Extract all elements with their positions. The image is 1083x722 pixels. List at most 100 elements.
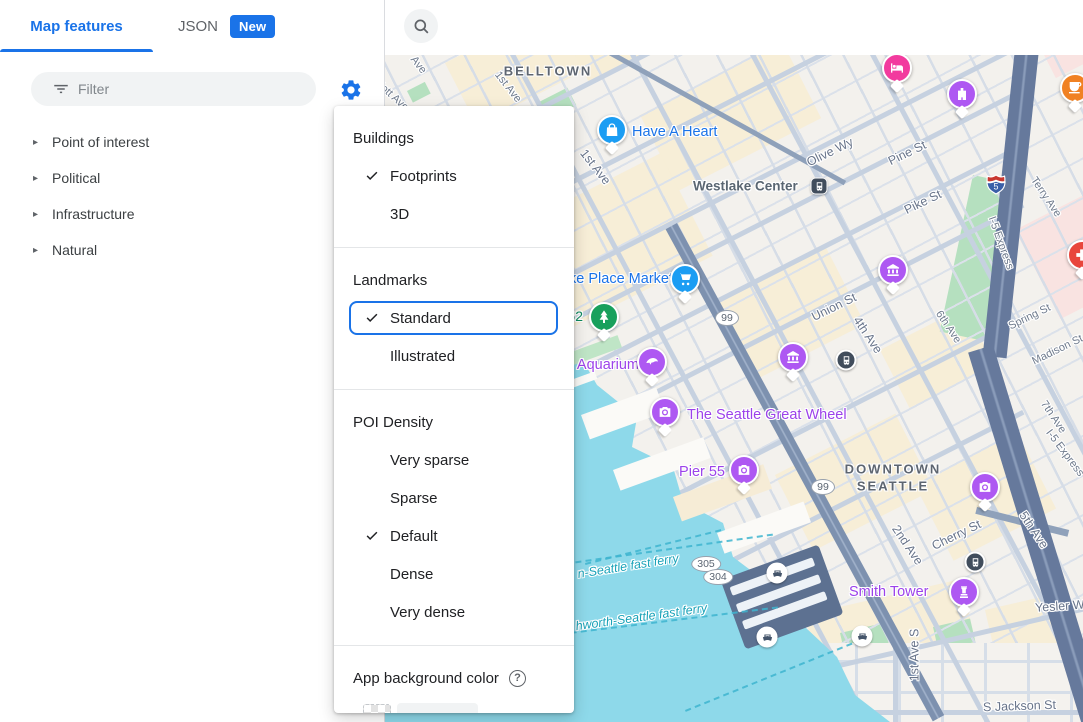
new-badge: New (230, 15, 275, 38)
option-label: Very dense (390, 604, 465, 621)
svg-text:5: 5 (994, 182, 999, 192)
map-style-editor: Map features JSON New ▸ Point of interest… (0, 0, 1083, 722)
ferry-icon (856, 630, 868, 642)
map-marker-pier-62-park[interactable] (589, 302, 619, 332)
option-dense[interactable]: Dense (334, 555, 574, 593)
option-illustrated[interactable]: Illustrated (334, 337, 574, 375)
search-button[interactable] (404, 9, 438, 43)
check-icon (363, 167, 381, 185)
section-title-text: Landmarks (353, 272, 427, 289)
bag-icon (604, 122, 620, 138)
tree-icon (596, 309, 612, 325)
option-label: Very sparse (390, 452, 469, 469)
option-label: Dense (390, 566, 433, 583)
map-marker-seattle-aquarium[interactable] (637, 347, 667, 377)
museum-icon (885, 262, 901, 278)
tab-json[interactable]: JSON New (178, 0, 275, 52)
tab-map-features[interactable]: Map features (0, 0, 153, 52)
train-icon (840, 354, 852, 366)
expand-arrow-icon: ▸ (33, 173, 45, 184)
check-icon (363, 527, 381, 545)
option-footprints[interactable]: Footprints (334, 157, 574, 195)
map-marker-westlake-station[interactable] (811, 178, 828, 195)
map-marker-ferry-south[interactable] (757, 627, 778, 648)
building-icon (954, 86, 970, 102)
option-3d[interactable]: 3D (334, 195, 574, 233)
map-marker-landmark-building[interactable] (947, 79, 977, 109)
map-marker-smith-tower[interactable] (949, 577, 979, 607)
map-marker-cafe[interactable] (1060, 73, 1083, 103)
transparent-swatch[interactable] (363, 704, 391, 713)
tab-map-features-label: Map features (30, 18, 123, 35)
tab-bar: Map features JSON New (0, 0, 384, 52)
museum-icon (785, 349, 801, 365)
map-marker-ferry-terminal[interactable] (767, 563, 788, 584)
help-icon[interactable]: ? (509, 670, 526, 687)
check-icon (363, 167, 381, 185)
settings-section: App background color? – (334, 645, 574, 713)
train-icon (813, 180, 825, 192)
section-title: POI Density (334, 403, 574, 441)
train-icon (969, 556, 981, 568)
option-standard[interactable]: Standard (334, 299, 574, 337)
check-icon (363, 309, 381, 327)
map-marker-pike-place-market[interactable] (670, 264, 700, 294)
settings-gear-button[interactable] (337, 76, 365, 104)
section-title: App background color? (334, 659, 574, 697)
tree-item-infrastructure[interactable]: ▸ Infrastructure (0, 196, 384, 232)
tree-item-natural[interactable]: ▸Natural (0, 232, 384, 268)
tree-item-label: Point of interest (52, 134, 149, 150)
filter-field[interactable] (31, 72, 316, 106)
ferry-icon (771, 567, 783, 579)
settings-section: POI Density Very sparse Sparse Default Dense… (334, 389, 574, 645)
gear-icon (339, 78, 363, 102)
route-shield: 99 (715, 310, 739, 326)
expand-arrow-icon: ▸ (33, 137, 45, 148)
interstate-5-shield: 5 (986, 172, 1007, 200)
map-marker-museum-east[interactable] (878, 255, 908, 285)
feature-tree: ▸ Point of interest ▸ Political ▸ Infrastruct… (0, 124, 384, 268)
filter-icon (52, 80, 70, 98)
color-value-field[interactable]: – (397, 703, 478, 713)
tree-item-point-of-interest[interactable]: ▸ Point of interest (0, 124, 384, 160)
map-settings-popup: BuildingsFootprints3D Landmarks Standard Il… (334, 106, 574, 713)
map-marker-downtown-attraction[interactable] (970, 472, 1000, 502)
tab-json-label: JSON (178, 18, 218, 35)
tree-item-label: Political (52, 170, 100, 186)
camera-icon (657, 404, 673, 420)
search-icon (412, 17, 431, 36)
map-marker-museum-university[interactable] (778, 342, 808, 372)
tree-item-label: Infrastructure (52, 206, 134, 222)
section-title-text: POI Density (353, 414, 433, 431)
tower-icon (956, 584, 972, 600)
settings-section: BuildingsFootprints3D (334, 106, 574, 247)
map-marker-university-st-station[interactable] (836, 350, 857, 371)
option-very-sparse[interactable]: Very sparse (334, 441, 574, 479)
option-sparse[interactable]: Sparse (334, 479, 574, 517)
filter-input[interactable] (78, 81, 278, 97)
map-toolbar (385, 0, 1083, 55)
map-marker-ferry-east[interactable] (852, 626, 873, 647)
map-marker-pioneer-sq-station[interactable] (965, 552, 986, 573)
option-very-dense[interactable]: Very dense (334, 593, 574, 631)
expand-arrow-icon: ▸ (33, 245, 45, 256)
camera-icon (736, 462, 752, 478)
tree-item-political[interactable]: ▸ Political (0, 160, 384, 196)
coffee-icon (1067, 80, 1083, 96)
option-label: Default (390, 528, 438, 545)
route-shield: 99 (811, 479, 835, 495)
map-marker-pier-55[interactable] (729, 455, 759, 485)
map-marker-have-a-heart[interactable] (597, 115, 627, 145)
cart-icon (677, 271, 693, 287)
section-title-text: App background color (353, 670, 499, 687)
route-shield: 304 (703, 569, 733, 585)
section-title: Buildings (334, 119, 574, 157)
expand-arrow-icon: ▸ (33, 209, 45, 220)
check-icon (363, 527, 381, 545)
camera-icon (977, 479, 993, 495)
option-default[interactable]: Default (334, 517, 574, 555)
option-label: Standard (390, 310, 451, 327)
settings-section: Landmarks Standard Illustrated (334, 247, 574, 389)
map-marker-great-wheel[interactable] (650, 397, 680, 427)
option-label: Illustrated (390, 348, 455, 365)
